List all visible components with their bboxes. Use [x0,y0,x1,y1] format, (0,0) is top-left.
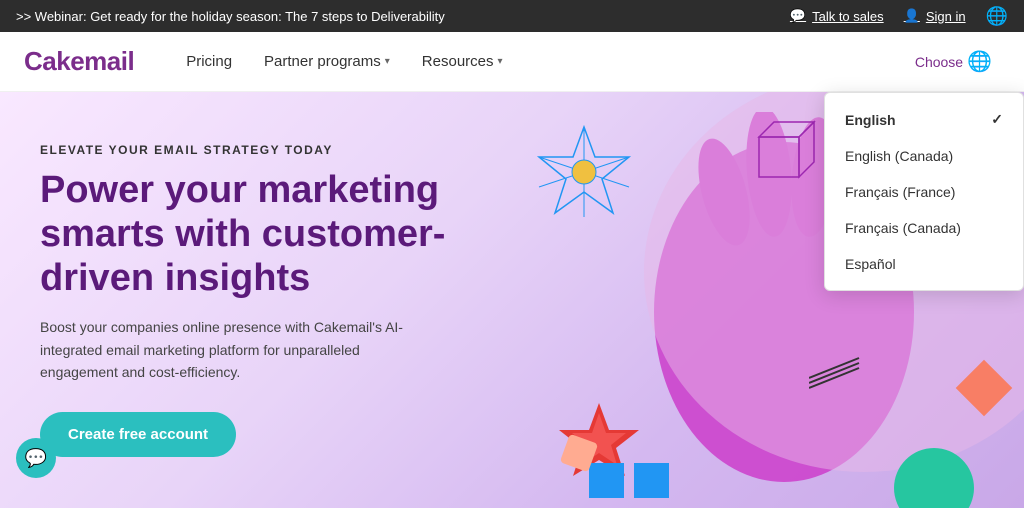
lang-option-french-france[interactable]: Français (France) [825,174,1023,210]
announcement-bar: >> Webinar: Get ready for the holiday se… [0,0,1024,32]
choose-language-button[interactable]: Choose 🌐 [915,49,992,74]
talk-to-sales-link[interactable]: 💬 Talk to sales [790,8,884,24]
create-account-button[interactable]: Create free account [40,412,236,457]
message-icon: 💬 [790,8,806,24]
chevron-down-icon: ▾ [498,56,503,67]
sign-in-link[interactable]: 👤 Sign in [904,8,966,24]
blue-square-2 [634,463,669,498]
navbar-right: Choose 🌐 [915,49,1000,74]
nav-resources[interactable]: Resources ▾ [410,47,515,76]
nav-partner-programs[interactable]: Partner programs ▾ [252,47,402,76]
nav-pricing[interactable]: Pricing [174,47,244,76]
hero-content: ELEVATE YOUR EMAIL STRATEGY TODAY Power … [40,143,520,456]
globe-nav-icon: 🌐 [967,49,992,74]
blue-square-1 [589,463,624,498]
hero-title: Power your marketing smarts with custome… [40,169,520,300]
chevron-down-icon: ▾ [385,56,390,67]
hero-eyebrow: ELEVATE YOUR EMAIL STRATEGY TODAY [40,143,520,157]
chat-bubble-icon: 💬 [25,448,47,469]
lang-option-french-canada[interactable]: Français (Canada) [825,210,1023,246]
person-icon: 👤 [904,8,920,24]
globe-icon: 🌐 [986,6,1008,27]
nav-links: Pricing Partner programs ▾ Resources ▾ [174,47,915,76]
wireframe-box-decoration [744,112,824,192]
hero-subtitle: Boost your companies online presence wit… [40,316,420,383]
logo[interactable]: Cakemail [24,46,134,77]
checkmark-icon: ✓ [991,111,1003,128]
lang-option-espanol[interactable]: Español [825,246,1023,282]
arrow-lines-decoration [809,353,869,408]
lang-option-english-canada[interactable]: English (Canada) [825,138,1023,174]
announcement-right: 💬 Talk to sales 👤 Sign in 🌐 [790,6,1008,27]
chat-icon-button[interactable]: 💬 [16,438,56,478]
lang-option-english[interactable]: English ✓ [825,101,1023,138]
navbar: Cakemail Pricing Partner programs ▾ Reso… [0,32,1024,92]
language-dropdown: English ✓ English (Canada) Français (Fra… [824,92,1024,291]
announcement-text: >> Webinar: Get ready for the holiday se… [16,9,445,24]
